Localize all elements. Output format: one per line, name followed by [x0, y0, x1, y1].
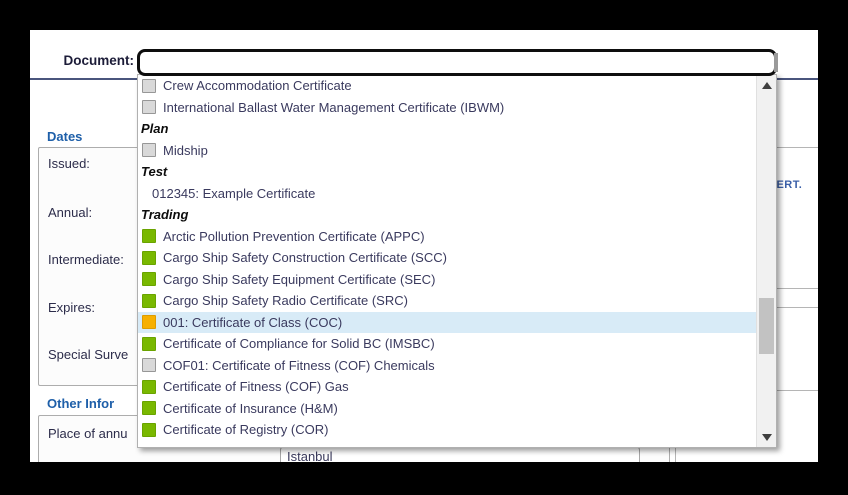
dropdown-option[interactable]: Cargo Ship Safety Construction Certifica… — [138, 247, 756, 269]
dropdown-option[interactable]: Cargo Ship Safety Radio Certificate (SRC… — [138, 290, 756, 312]
dropdown-scrollbar[interactable] — [756, 75, 776, 447]
expires-label: Expires: — [48, 300, 95, 315]
green-status-icon — [142, 294, 156, 308]
arrow-up-icon — [762, 82, 772, 89]
dropdown-option[interactable]: Arctic Pollution Prevention Certificate … — [138, 226, 756, 248]
dropdown-option-label: COF01: Certificate of Fitness (COF) Chem… — [163, 358, 435, 373]
orange-status-icon — [142, 315, 156, 329]
intermediate-label: Intermediate: — [48, 252, 124, 267]
dropdown-option[interactable]: 012345: Example Certificate — [138, 183, 756, 205]
document-combobox-input[interactable] — [137, 49, 777, 76]
dropdown-option-label: Trading — [141, 207, 188, 222]
scrollbar-thumb[interactable] — [759, 298, 774, 354]
gray-status-icon — [142, 358, 156, 372]
dropdown-option-label: Cargo Ship Safety Radio Certificate (SRC… — [163, 293, 408, 308]
dropdown-option[interactable]: Certificate of Compliance for Solid BC (… — [138, 333, 756, 355]
right-panel-border — [770, 307, 818, 308]
green-status-icon — [142, 337, 156, 351]
other-information-section-header: Other Infor — [47, 396, 114, 411]
dropdown-option-label: Certificate of Registry (COR) — [163, 422, 328, 437]
right-panel-border — [770, 288, 818, 289]
green-status-icon — [142, 423, 156, 437]
dropdown-option-label: International Ballast Water Management C… — [163, 100, 504, 115]
gray-status-icon — [142, 79, 156, 93]
dropdown-option-label: Midship — [163, 143, 208, 158]
annual-label: Annual: — [48, 205, 92, 220]
dropdown-option-label: Test — [141, 164, 167, 179]
dropdown-option[interactable]: 001: Certificate of Class (COC) — [138, 312, 756, 334]
gray-status-icon — [142, 143, 156, 157]
dropdown-group-header: Plan — [138, 118, 756, 140]
green-status-icon — [142, 229, 156, 243]
window-content: Document: Dates Issued: Annual: Intermed… — [30, 30, 818, 462]
dropdown-option-label: Certificate of Fitness (COF) Gas — [163, 379, 349, 394]
dropdown-group-header: Trading — [138, 204, 756, 226]
dropdown-option-label: Certificate of Insurance (H&M) — [163, 401, 338, 416]
issued-label: Issued: — [48, 156, 90, 171]
right-panel-border — [770, 147, 818, 148]
right-panel-border — [770, 390, 818, 391]
green-status-icon — [142, 380, 156, 394]
dropdown-option[interactable]: Crew Accommodation Certificate — [138, 75, 756, 97]
dropdown-option-label: Cargo Ship Safety Equipment Certificate … — [163, 272, 435, 287]
dropdown-list: Crew Accommodation Certificate Internati… — [138, 75, 756, 447]
scrollbar-down-button[interactable] — [757, 427, 776, 447]
dropdown-option-label: 001: Certificate of Class (COC) — [163, 315, 342, 330]
document-dropdown: Crew Accommodation Certificate Internati… — [137, 74, 777, 448]
arrow-down-icon — [762, 434, 772, 441]
dropdown-option-label: 012345: Example Certificate — [152, 186, 315, 201]
dropdown-option[interactable]: Certificate of Registry (COR) — [138, 419, 756, 441]
place-of-annual-label: Place of annu — [48, 426, 128, 441]
dates-section-header: Dates — [47, 129, 82, 144]
gray-status-icon — [142, 100, 156, 114]
dropdown-option[interactable]: COF01: Certificate of Fitness (COF) Chem… — [138, 355, 756, 377]
green-status-icon — [142, 401, 156, 415]
combobox-edge-sliver — [774, 53, 778, 72]
dropdown-option[interactable]: Midship — [138, 140, 756, 162]
dropdown-option-label: Plan — [141, 121, 168, 136]
place-of-annual-input[interactable] — [280, 446, 640, 462]
special-survey-label: Special Surve — [48, 347, 128, 362]
dropdown-option[interactable]: Certificate of Fitness (COF) Gas — [138, 376, 756, 398]
green-status-icon — [142, 251, 156, 265]
dropdown-option[interactable]: Cargo Ship Safety Equipment Certificate … — [138, 269, 756, 291]
dropdown-option-label: Crew Accommodation Certificate — [163, 78, 352, 93]
dropdown-option-label: Cargo Ship Safety Construction Certifica… — [163, 250, 447, 265]
scrollbar-up-button[interactable] — [757, 75, 776, 95]
dropdown-option-label: Certificate of Compliance for Solid BC (… — [163, 336, 435, 351]
dropdown-group-header: Test — [138, 161, 756, 183]
green-status-icon — [142, 272, 156, 286]
dropdown-option-label: Arctic Pollution Prevention Certificate … — [163, 229, 425, 244]
dropdown-option[interactable]: International Ballast Water Management C… — [138, 97, 756, 119]
dropdown-option[interactable]: Certificate of Insurance (H&M) — [138, 398, 756, 420]
document-field-label: Document: — [44, 53, 134, 68]
